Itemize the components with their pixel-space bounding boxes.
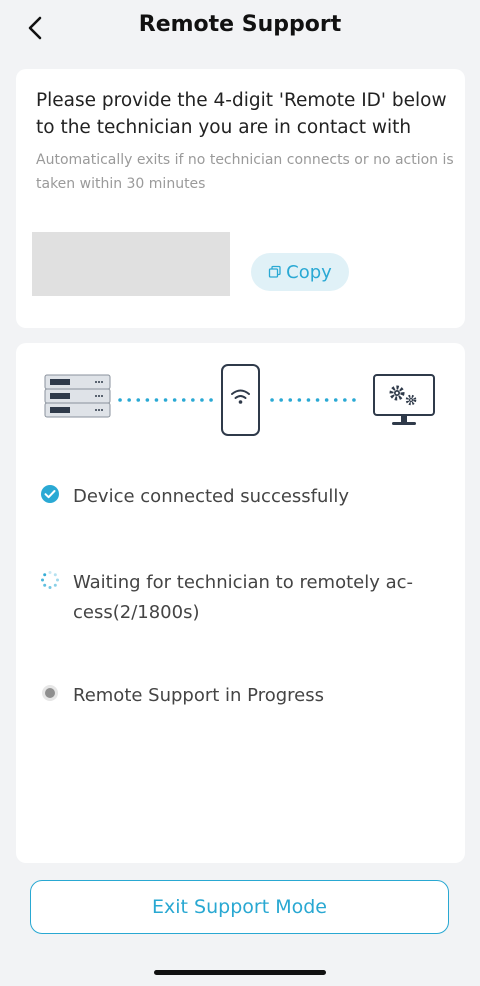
spinner-icon (41, 571, 59, 589)
remote-id-card: Please provide the 4-digit 'Remote ID' b… (16, 69, 465, 328)
remote-id-box (32, 232, 230, 296)
phone-wifi-icon (221, 364, 260, 436)
monitor-gears-icon (373, 374, 435, 425)
exit-support-mode-button[interactable]: Exit Support Mode (30, 880, 449, 934)
step-remote-support-progress: Remote Support in Progress (40, 681, 450, 711)
check-circle-icon (41, 485, 59, 503)
connection-diagram (44, 364, 435, 436)
copy-label: Copy (286, 261, 332, 283)
copy-icon (269, 265, 281, 278)
instructions-text: Please provide the 4-digit 'Remote ID' b… (36, 90, 447, 138)
step-waiting-technician: Waiting for technician to remotely ac-ce… (40, 568, 450, 628)
connection-status-card: Device connected successfully Waiting fo… (16, 343, 465, 863)
copy-button[interactable]: Copy (251, 253, 349, 291)
auto-exit-note: Automatically exits if no technician con… (36, 152, 454, 192)
page-title: Remote Support (138, 12, 342, 37)
step-label: Device connected successfully (73, 486, 350, 507)
server-icon (44, 374, 111, 418)
step-device-connected: Device connected successfully (40, 482, 450, 512)
header: Remote Support (0, 0, 480, 56)
home-indicator (154, 970, 326, 975)
step-label: Remote Support in Progress (73, 685, 324, 706)
radio-dot-icon (42, 685, 58, 701)
step-label: Waiting for technician to remotely ac-ce… (73, 572, 414, 623)
